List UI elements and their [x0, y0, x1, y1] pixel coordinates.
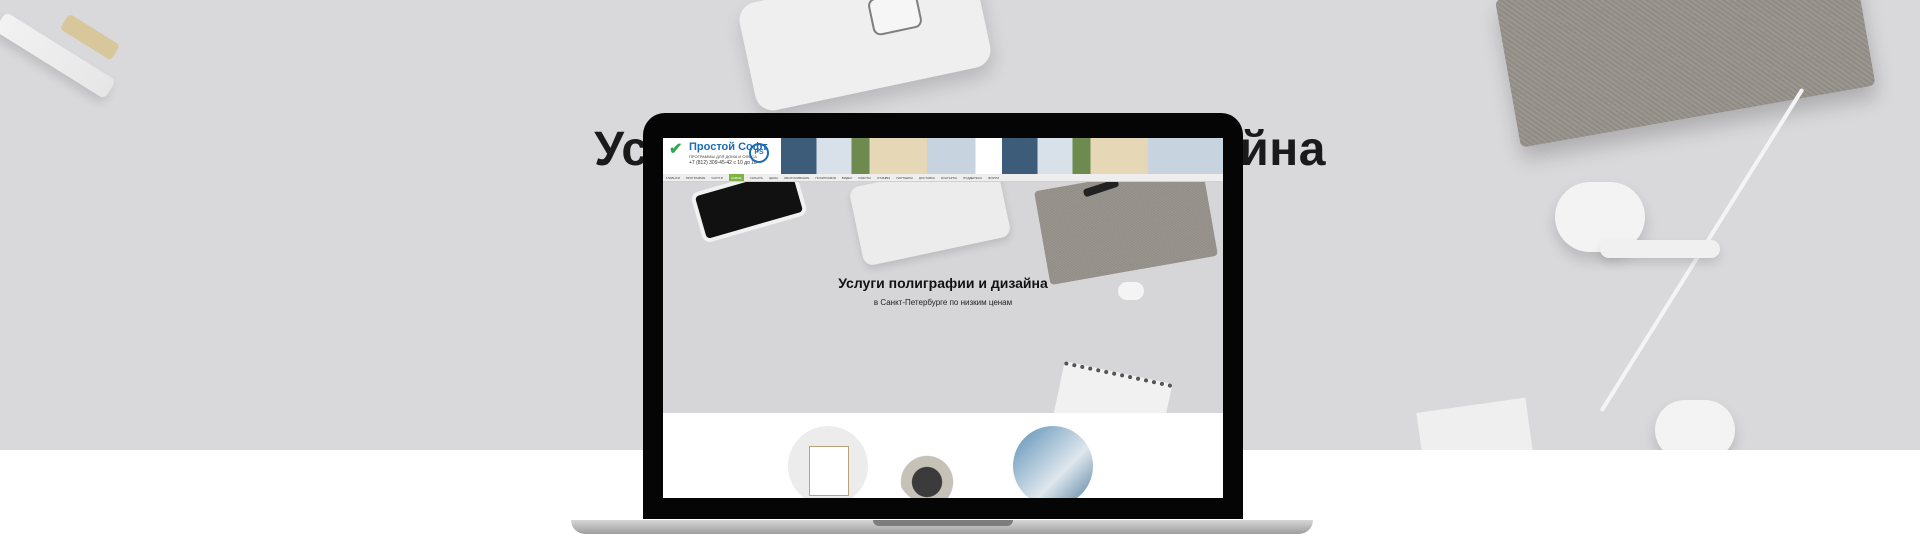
service-card-image-2[interactable]: [895, 426, 975, 498]
site-logo-tagline: ПРОГРАММЫ ДЛЯ ДОМА И ОФИСА: [689, 154, 757, 159]
site-header: ✔ Простой Софт ПРОГРАММЫ ДЛЯ ДОМА И ОФИС…: [663, 138, 1223, 174]
site-hero-title: Услуги полиграфии и дизайна: [838, 275, 1048, 291]
nav-item-video[interactable]: ВИДЕО: [842, 174, 853, 181]
earbud-decoration-2: [1655, 400, 1735, 450]
nav-item-works[interactable]: РАБОТЫ: [858, 174, 871, 181]
nav-item-services[interactable]: УСЛУГИ: [711, 174, 723, 181]
nav-item-home[interactable]: ГЛАВНАЯ: [666, 174, 680, 181]
keyboard-decoration-small: [848, 182, 1012, 267]
ps-badge-icon: PS: [749, 143, 769, 163]
nav-item-printing[interactable]: ПОЛИГРАФИЯ: [815, 174, 836, 181]
nav-item-maintenance[interactable]: ОБСЛУЖИВАНИЕ: [784, 174, 809, 181]
header-banner-image: [781, 138, 1223, 174]
notebook-decoration-small: [1034, 182, 1218, 286]
checkmark-icon: ✔: [669, 141, 683, 158]
website-preview: ✔ Простой Софт ПРОГРАММЫ ДЛЯ ДОМА И ОФИС…: [663, 138, 1223, 498]
site-phone: +7 (812) 309-45-42 с 10 до 18: [689, 160, 757, 166]
nav-item-support[interactable]: ПОДДЕРЖКА: [963, 174, 982, 181]
service-card-image-3[interactable]: [1013, 426, 1093, 498]
nav-item-reviews[interactable]: ОТЗЫВЫ: [877, 174, 890, 181]
keyboard-decoration: [736, 0, 994, 114]
nav-item-download[interactable]: СКАЧАТЬ: [750, 174, 763, 181]
nav-item-programs[interactable]: ПРОГРАММЫ: [686, 174, 706, 181]
nav-item-prices[interactable]: ЦЕНЫ: [769, 174, 778, 181]
nav-item-forum[interactable]: ФОРУМ: [988, 174, 999, 181]
pen-decoration: [0, 11, 117, 100]
nav-item-contacts[interactable]: КОНТАКТЫ: [941, 174, 957, 181]
spiral-notebook-decoration: [1416, 397, 1534, 450]
nav-item-delivery[interactable]: ДОСТАВКА: [919, 174, 935, 181]
notepad-decoration: [1053, 361, 1173, 413]
earbud-stem-decoration: [1600, 240, 1720, 258]
nav-item-new[interactable]: НОВОЕ: [728, 174, 744, 181]
site-nav: ГЛАВНАЯ ПРОГРАММЫ УСЛУГИ НОВОЕ СКАЧАТЬ Ц…: [663, 174, 1223, 182]
service-card-document: [809, 446, 849, 496]
laptop-notch: [873, 520, 1013, 526]
phone-decoration: [689, 182, 809, 244]
nav-item-partners[interactable]: ПАРТНЕРЫ: [896, 174, 913, 181]
site-hero: Услуги полиграфии и дизайна в Санкт-Пете…: [663, 182, 1223, 413]
site-hero-subtitle: в Санкт-Петербурге по низким ценам: [873, 298, 1013, 307]
